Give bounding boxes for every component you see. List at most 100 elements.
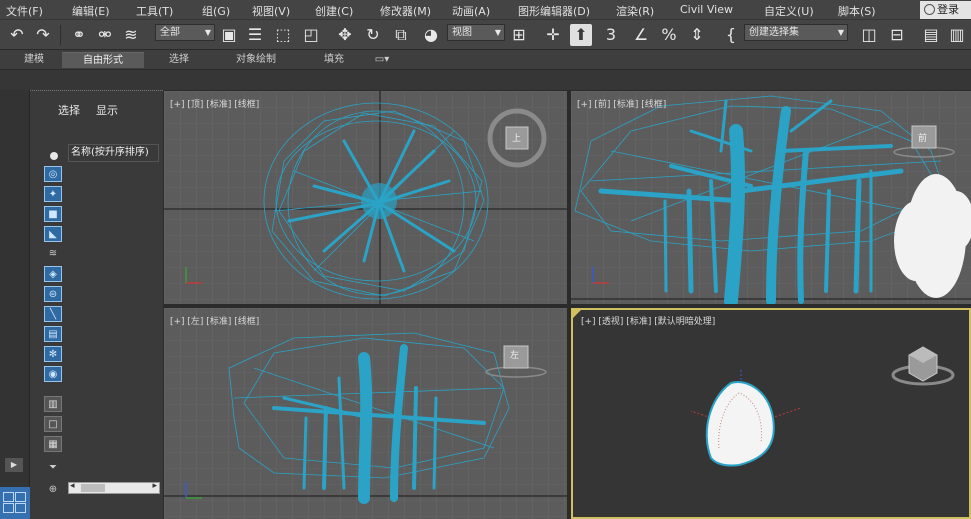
scroll-right-icon[interactable]: ▸ <box>152 481 157 491</box>
left-command-bar: ▶ <box>0 90 30 519</box>
select-object-icon[interactable]: ▣ <box>218 24 240 46</box>
toggle-ribbon-icon[interactable]: ▥ <box>946 24 968 46</box>
user-icon <box>924 4 935 15</box>
explorer-h-scrollbar[interactable]: ◂ ▸ <box>68 481 160 494</box>
menu-civil-view[interactable]: Civil View <box>680 3 733 16</box>
explorer-grip[interactable] <box>30 90 163 91</box>
keyboard-shortcut-override-icon[interactable]: ⬆ <box>570 24 592 46</box>
left-view-scene <box>164 308 567 519</box>
login-button[interactable]: 登录 <box>920 1 971 19</box>
select-manipulate-icon[interactable]: ✛ <box>542 24 564 46</box>
viewport-perspective-label[interactable]: [+] [透视] [标准] [默认明暗处理] <box>581 314 715 327</box>
ribbon-options-icon[interactable]: ▭▾ <box>370 52 394 68</box>
menu-file[interactable]: 文件(F) <box>6 3 43 19</box>
scene-explorer: 选择 显示 名称(按升序排序) ◎ ✦ ■ ◣ ≋ ◈ ⊜ ╲ ▤ ✻ ◉ ▥ … <box>30 90 163 519</box>
menu-scripting[interactable]: 脚本(S) <box>838 3 876 19</box>
main-toolbar: ↶ ↷ ⚭ ⚮ ≋ 全部 ▼ ▣ ☰ ⬚ ◰ ✥ ↻ ⧉ ◕ 视图 ▼ ⊞ ✛ ⬆ … <box>0 20 971 50</box>
spacewarp-filter-icon[interactable]: ≋ <box>44 246 62 262</box>
explorer-tab-select[interactable]: 选择 <box>58 102 80 118</box>
move-icon[interactable]: ✥ <box>334 24 356 46</box>
viewport-front[interactable]: 前 [+] [前] [标准] [线框] <box>571 91 971 304</box>
scroll-thumb[interactable] <box>81 484 105 492</box>
visibility-filter-icon[interactable]: ◉ <box>44 366 62 382</box>
tab-freeform[interactable]: 自由形式 <box>62 52 144 68</box>
xref-filter-icon[interactable]: ⊜ <box>44 286 62 302</box>
menu-tools[interactable]: 工具(T) <box>136 3 173 19</box>
tab-populate[interactable]: 填充 <box>300 52 368 68</box>
viewport-left-label[interactable]: [+] [左] [标准] [线框] <box>170 314 259 327</box>
menu-modifiers[interactable]: 修改器(M) <box>380 3 431 19</box>
ref-coord-dropdown[interactable]: 视图 ▼ <box>447 24 505 41</box>
top-view-scene <box>164 91 567 304</box>
toolbar-separator <box>60 25 61 45</box>
rotate-icon[interactable]: ↻ <box>362 24 384 46</box>
rect-selection-icon[interactable]: ⬚ <box>272 24 294 46</box>
ribbon-tabs: 建模 自由形式 选择 对象绘制 填充 ▭▾ <box>0 50 971 70</box>
particle-filter-icon[interactable]: ✻ <box>44 346 62 362</box>
viewport-top-label[interactable]: [+] [顶] [标准] [线框] <box>170 97 259 110</box>
menu-view[interactable]: 视图(V) <box>252 3 290 19</box>
explorer-tab-display[interactable]: 显示 <box>96 102 118 118</box>
menu-animation[interactable]: 动画(A) <box>452 3 490 19</box>
layer-explorer-icon[interactable]: ▤ <box>920 24 942 46</box>
menu-rendering[interactable]: 渲染(R) <box>616 3 654 19</box>
menu-graph-editors[interactable]: 图形编辑器(D) <box>518 3 590 19</box>
link-icon[interactable]: ⚭ <box>68 24 90 46</box>
spinner-snap-icon[interactable]: ⇕ <box>686 24 708 46</box>
viewcube-face-label[interactable]: 上 <box>512 131 521 144</box>
tab-modeling[interactable]: 建模 <box>6 52 62 68</box>
select-all-icon[interactable]: ▥ <box>44 396 62 412</box>
tab-object-paint[interactable]: 对象绘制 <box>214 52 298 68</box>
bind-spacewarp-icon[interactable]: ≋ <box>120 24 142 46</box>
geometry-filter-icon[interactable]: ◎ <box>44 166 62 182</box>
mirror-icon[interactable]: ◫ <box>858 24 880 46</box>
light-filter-icon[interactable]: ✦ <box>44 186 62 202</box>
tab-selection[interactable]: 选择 <box>146 52 212 68</box>
select-none-icon[interactable]: □ <box>44 416 62 432</box>
menu-group[interactable]: 组(G) <box>202 3 230 19</box>
snaps-toggle-icon[interactable]: 3 <box>600 24 622 46</box>
layout-cell <box>3 492 14 502</box>
scroll-left-icon[interactable]: ◂ <box>70 481 75 491</box>
align-icon[interactable]: ⊟ <box>886 24 908 46</box>
menu-bar: 文件(F) 编辑(E) 工具(T) 组(G) 视图(V) 创建(C) 修改器(M… <box>0 0 971 20</box>
menu-customize[interactable]: 自定义(U) <box>764 3 814 19</box>
viewcube-face-label[interactable]: 前 <box>918 131 927 144</box>
menu-edit[interactable]: 编辑(E) <box>72 3 110 19</box>
menu-create[interactable]: 创建(C) <box>315 3 353 19</box>
unlink-icon[interactable]: ⚮ <box>94 24 116 46</box>
viewport-top[interactable]: 上 [+] [顶] [标准] [线框] <box>164 91 567 304</box>
camera-filter-icon[interactable]: ■ <box>44 206 62 222</box>
bone-filter-icon[interactable]: ╲ <box>44 306 62 322</box>
container-filter-icon[interactable]: ▤ <box>44 326 62 342</box>
helper-filter-icon[interactable]: ◣ <box>44 226 62 242</box>
visibility-dot-icon[interactable] <box>50 152 58 160</box>
selection-filter-dropdown[interactable]: 全部 ▼ <box>155 24 215 41</box>
angle-snap-icon[interactable]: ∠ <box>630 24 652 46</box>
search-icon[interactable]: ⊕ <box>44 482 62 498</box>
viewcube-face-label[interactable]: 左 <box>510 348 519 361</box>
selection-filter-value: 全部 <box>160 27 180 38</box>
viewport-front-label[interactable]: [+] [前] [标准] [线框] <box>577 97 666 110</box>
chevron-down-icon: ▼ <box>837 28 844 37</box>
percent-snap-icon[interactable]: % <box>658 24 680 46</box>
filter-icon[interactable]: ⏷ <box>44 460 62 476</box>
viewport-perspective[interactable]: [+] [透视] [标准] [默认明暗处理] <box>571 308 971 519</box>
select-by-name-icon[interactable]: ☰ <box>244 24 266 46</box>
scale-icon[interactable]: ⧉ <box>390 24 412 46</box>
named-selection-value: 创建选择集 <box>749 27 799 38</box>
redo-icon[interactable]: ↷ <box>32 24 54 46</box>
snaps-toggle-label: 3 <box>605 25 617 44</box>
undo-icon[interactable]: ↶ <box>6 24 28 46</box>
name-column-header[interactable]: 名称(按升序排序) <box>68 144 159 162</box>
place-icon[interactable]: ◕ <box>420 24 442 46</box>
viewport-layout-icon[interactable] <box>0 487 30 519</box>
window-crossing-icon[interactable]: ◰ <box>300 24 322 46</box>
viewport-left[interactable]: 左 [+] [左] [标准] [线框] <box>164 308 567 519</box>
group-filter-icon[interactable]: ◈ <box>44 266 62 282</box>
select-invert-icon[interactable]: ▦ <box>44 436 62 452</box>
named-selection-dropdown[interactable]: 创建选择集 ▼ <box>744 24 848 41</box>
edit-named-selection-icon[interactable]: { <box>720 24 742 46</box>
pivot-center-icon[interactable]: ⊞ <box>508 24 530 46</box>
play-icon[interactable]: ▶ <box>5 458 23 472</box>
